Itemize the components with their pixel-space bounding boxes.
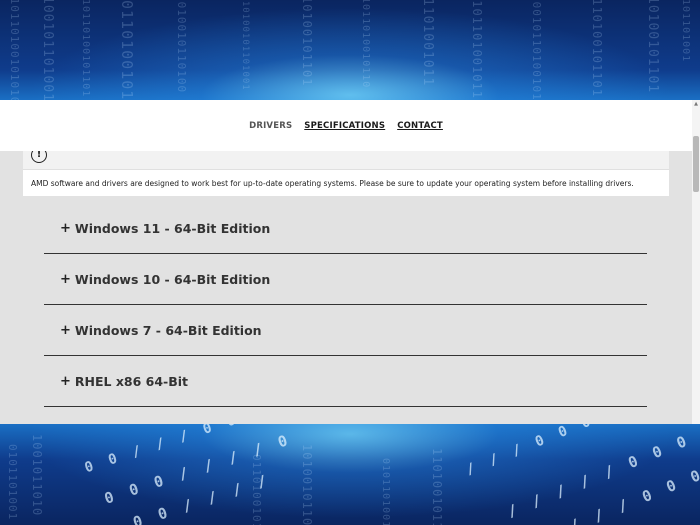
plus-icon: + — [60, 323, 71, 338]
alert-circle-icon: ! — [31, 151, 47, 163]
nav-drivers[interactable]: DRIVERS — [249, 119, 292, 133]
section-nav: DRIVERS SPECIFICATIONS CONTACT — [0, 100, 692, 151]
drivers-panel: ! AMD software and drivers are designed … — [0, 151, 692, 424]
accordion-title: Windows 10 - 64-Bit Edition — [74, 272, 271, 287]
scroll-thumb[interactable] — [693, 136, 699, 192]
nav-specifications[interactable]: SPECIFICATIONS — [304, 119, 385, 133]
scroll-up-arrow-icon[interactable]: ▲ — [693, 100, 699, 108]
accordion-label: + Windows 11 - 64-Bit Edition — [60, 221, 270, 236]
binary-background-top: 0101101001010100 1001011010010 010110100… — [0, 0, 700, 100]
accordion-title: RHEL x86 64-Bit — [74, 374, 189, 389]
accordion-title: Windows 7 - 64-Bit Edition — [74, 323, 262, 338]
accordion-label: + Windows 10 - 64-Bit Edition — [60, 272, 270, 287]
notice-banner: AMD software and drivers are designed to… — [23, 169, 669, 196]
accordion-windows-11[interactable]: + Windows 11 - 64-Bit Edition — [44, 203, 647, 254]
accordion-title: Windows 11 - 64-Bit Edition — [74, 221, 271, 236]
notice-text: AMD software and drivers are designed to… — [31, 178, 634, 188]
page: 0101101001010100 1001011010010 010110100… — [0, 0, 700, 525]
notice-header: ! — [23, 151, 669, 169]
plus-icon: + — [60, 221, 71, 236]
accordion-label: + RHEL x86 64-Bit — [60, 374, 188, 389]
accordion-rhel[interactable]: + RHEL x86 64-Bit — [44, 356, 647, 407]
accordion-windows-7[interactable]: + Windows 7 - 64-Bit Edition — [44, 305, 647, 356]
accordion-windows-10[interactable]: + Windows 10 - 64-Bit Edition — [44, 254, 647, 305]
page-scrollbar[interactable]: ▲ — [692, 100, 700, 424]
plus-icon: + — [60, 374, 71, 389]
plus-icon: + — [60, 272, 71, 287]
nav-contact[interactable]: CONTACT — [397, 119, 443, 133]
accordion-label: + Windows 7 - 64-Bit Edition — [60, 323, 262, 338]
binary-background-bottom: 0101101001 1001011010 01101001011 101001… — [0, 424, 700, 525]
